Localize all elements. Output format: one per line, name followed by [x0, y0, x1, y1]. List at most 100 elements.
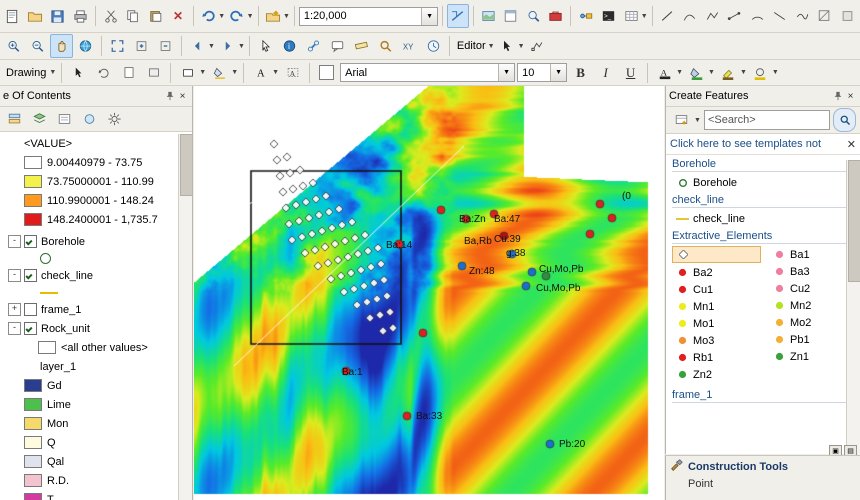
back-extent-caret-icon[interactable]: ▼ [208, 43, 215, 50]
time-slider-icon[interactable] [422, 34, 445, 58]
table-caret-icon[interactable]: ▼ [641, 13, 648, 20]
toolbox-icon[interactable] [545, 4, 566, 28]
toc-scrollbar[interactable] [178, 134, 192, 500]
pin-icon[interactable] [831, 90, 844, 103]
template-group-header[interactable]: check_line [666, 191, 860, 207]
table-icon[interactable] [620, 4, 641, 28]
layer-checkbox[interactable] [24, 322, 37, 335]
pen-curve-icon[interactable] [679, 4, 700, 28]
editor-caret-icon[interactable]: ▼ [488, 43, 495, 50]
draw-rotate-icon[interactable] [92, 61, 115, 85]
template-item-mo1[interactable]: Mo1 [666, 315, 763, 332]
template-group-header[interactable]: Borehole [666, 155, 860, 171]
text-box-icon[interactable]: A [281, 61, 304, 85]
forward-extent-caret-icon[interactable]: ▼ [238, 43, 245, 50]
line-color-caret-icon[interactable]: ▼ [772, 69, 779, 76]
layer-checkbox[interactable] [24, 303, 37, 316]
template-item-mn1[interactable]: Mn1 [666, 298, 763, 315]
python-icon[interactable]: >_ [598, 4, 619, 28]
globe-icon[interactable] [74, 34, 97, 58]
add-data-icon[interactable] [262, 4, 283, 28]
new-template-caret-icon[interactable]: ▼ [694, 117, 701, 124]
create-features-scroll-thumb[interactable] [848, 160, 860, 282]
draw-rectangle-icon[interactable] [176, 61, 199, 85]
measure-icon[interactable] [350, 34, 373, 58]
font-size-arrow-icon[interactable]: ▼ [550, 64, 566, 81]
hyperlink-icon[interactable] [302, 34, 325, 58]
map-icon[interactable] [477, 4, 498, 28]
template-group-header-frame-1[interactable]: frame_1 [666, 383, 860, 402]
pen-tangent-icon[interactable] [769, 4, 790, 28]
template-item-mo3[interactable]: Mo3 [666, 332, 763, 349]
underline-button[interactable]: U [619, 61, 642, 85]
toc-list-by-source-icon[interactable] [28, 107, 51, 131]
pen-arc-icon[interactable] [747, 4, 768, 28]
redo-caret-icon[interactable]: ▼ [247, 13, 254, 20]
close-icon[interactable]: × [844, 90, 857, 103]
sidebar-item-frame-1[interactable]: + frame_1 [2, 300, 192, 319]
editor-menu-label[interactable]: Editor [454, 40, 489, 52]
fill-color-caret-icon[interactable]: ▼ [231, 69, 238, 76]
font-color-icon[interactable]: A [653, 61, 676, 85]
template-item-check-line[interactable]: check_line [666, 210, 860, 227]
toc-options-icon[interactable] [103, 107, 126, 131]
expander-icon[interactable]: - [8, 322, 21, 335]
delete-icon[interactable]: ✕ [167, 4, 188, 28]
text-tool-caret-icon[interactable]: ▼ [272, 69, 279, 76]
font-name-arrow-icon[interactable]: ▼ [498, 64, 514, 81]
copy-icon[interactable] [122, 4, 143, 28]
toc-list-by-drawing-order-icon[interactable] [3, 107, 26, 131]
pen-extra-icon[interactable] [814, 4, 835, 28]
template-item-rb1[interactable]: Rb1 [666, 349, 763, 366]
template-item-ba2[interactable]: Ba2 [666, 264, 763, 281]
find-icon[interactable] [374, 34, 397, 58]
font-name-combo[interactable]: Arial ▼ [340, 63, 515, 82]
template-item-borehole[interactable]: Borehole [666, 174, 860, 191]
sidebar-item-rock-unit[interactable]: - Rock_unit [2, 319, 192, 338]
draw-page-icon[interactable] [117, 61, 140, 85]
select-icon[interactable] [254, 34, 277, 58]
draw-rectangle-caret-icon[interactable]: ▼ [199, 69, 206, 76]
font-color-preview-icon[interactable] [315, 61, 338, 85]
forward-extent-icon[interactable] [216, 34, 239, 58]
search-icon[interactable] [522, 4, 543, 28]
font-size-combo[interactable]: 10 ▼ [517, 63, 567, 82]
pen-poly-icon[interactable] [702, 4, 723, 28]
italic-button[interactable]: I [594, 61, 617, 85]
construction-tools-first-item[interactable]: Point [666, 478, 860, 490]
template-item-selected[interactable] [672, 246, 761, 263]
text-tool-icon[interactable]: A [249, 61, 272, 85]
catalog-icon[interactable] [500, 4, 521, 28]
paste-icon[interactable] [145, 4, 166, 28]
construction-tools-title-bar[interactable]: Construction Tools [666, 456, 860, 478]
template-note[interactable]: Click here to see templates not ✕ [666, 134, 860, 155]
go-to-xy-icon[interactable]: XY [398, 34, 421, 58]
pen-segment-icon[interactable] [724, 4, 745, 28]
toc-list-by-visibility-icon[interactable] [53, 107, 76, 131]
sidebar-item-borehole[interactable]: - Borehole [2, 232, 192, 251]
fill-bucket-icon[interactable] [685, 61, 708, 85]
close-icon[interactable]: × [176, 90, 189, 103]
toc-scroll-thumb[interactable] [180, 134, 193, 196]
model-icon[interactable] [575, 4, 596, 28]
undo-caret-icon[interactable]: ▼ [218, 13, 225, 20]
map-raster[interactable] [194, 86, 664, 500]
save-icon[interactable] [47, 4, 68, 28]
search-input[interactable]: <Search> [704, 110, 830, 130]
refresh-icon[interactable] [447, 4, 468, 28]
edit-vertices-icon[interactable] [526, 34, 549, 58]
identify-icon[interactable]: i [278, 34, 301, 58]
expander-icon[interactable]: + [8, 303, 21, 316]
template-note-close-icon[interactable]: ✕ [847, 138, 856, 151]
scale-combo[interactable]: 1:20,000 ▼ [299, 7, 438, 26]
drawing-menu-label[interactable]: Drawing [3, 67, 49, 79]
create-features-scrollbar[interactable] [846, 160, 860, 454]
undo-icon[interactable] [198, 4, 219, 28]
template-group-header[interactable]: Extractive_Elements [666, 227, 860, 243]
pan-icon[interactable] [50, 34, 73, 58]
back-extent-icon[interactable] [186, 34, 209, 58]
font-color-caret-icon[interactable]: ▼ [676, 69, 683, 76]
print-icon[interactable] [69, 4, 90, 28]
full-extent-icon[interactable] [106, 34, 129, 58]
line-color-icon[interactable] [749, 61, 772, 85]
